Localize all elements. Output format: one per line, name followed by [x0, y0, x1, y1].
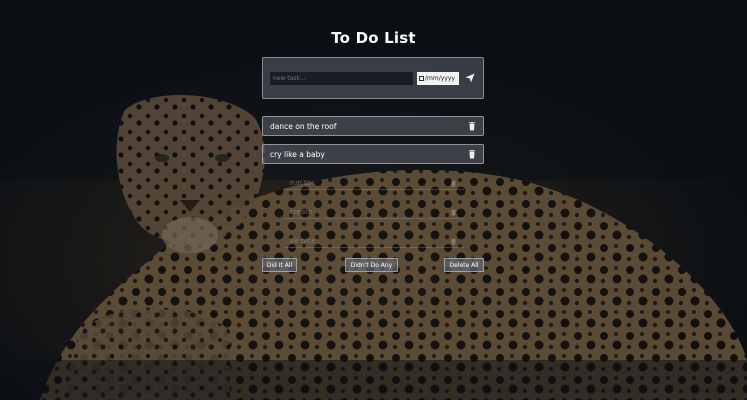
todo-text: dance on the roof — [270, 121, 337, 131]
send-button[interactable] — [463, 71, 477, 85]
did-it-all-button[interactable]: Did It All — [262, 258, 297, 272]
trash-icon — [451, 238, 456, 245]
todo-app: To Do List /mm/yyyy dance on the roof cr… — [0, 0, 747, 400]
todo-text: cry like a baby — [270, 149, 325, 159]
todo-text: create — [290, 207, 313, 216]
todo-text: run to — [290, 178, 312, 187]
trash-icon — [451, 180, 456, 187]
paper-plane-icon — [465, 73, 475, 83]
fading-todo-item: be nice — [283, 234, 464, 248]
fading-todo-item: create — [283, 205, 464, 219]
todo-item[interactable]: cry like a baby — [262, 144, 484, 164]
new-task-form: /mm/yyyy — [262, 57, 484, 99]
calendar-icon — [419, 76, 424, 81]
trash-icon[interactable] — [468, 150, 476, 159]
page-title: To Do List — [331, 29, 416, 47]
trash-icon — [451, 209, 456, 216]
date-input[interactable]: /mm/yyyy — [417, 72, 459, 85]
didnt-do-any-button[interactable]: Didn't Do Any — [345, 258, 398, 272]
task-input[interactable] — [270, 72, 413, 85]
todo-item[interactable]: dance on the roof — [262, 116, 484, 136]
delete-all-button[interactable]: Delete All — [444, 258, 484, 272]
trash-icon[interactable] — [468, 122, 476, 131]
todo-text: be nice — [290, 236, 316, 245]
fading-todo-item: run to — [283, 176, 464, 190]
date-placeholder: /mm/yyyy — [425, 75, 455, 82]
